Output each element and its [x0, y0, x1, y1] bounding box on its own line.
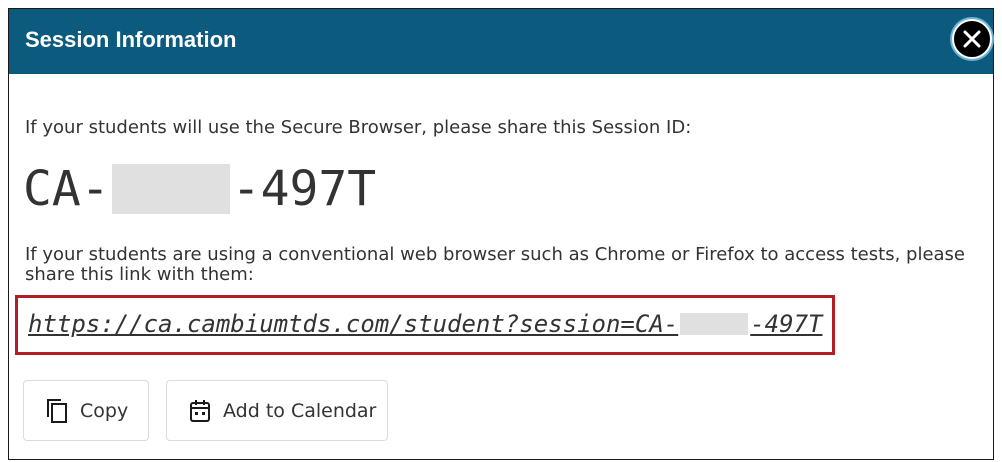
session-id-prefix: CA- [23, 161, 110, 217]
session-link-redaction [680, 313, 749, 335]
add-to-calendar-label: Add to Calendar [223, 399, 377, 422]
session-id-suffix: -497T [231, 161, 377, 217]
session-id: CA- -497T [23, 159, 376, 219]
close-icon [963, 30, 981, 48]
web-browser-instructions: If your students are using a conventiona… [25, 244, 965, 285]
copy-icon [46, 398, 68, 424]
dialog-title: Session Information [25, 27, 237, 52]
session-id-redaction [111, 164, 230, 214]
copy-button-label: Copy [80, 399, 129, 422]
calendar-icon [189, 399, 211, 423]
session-info-dialog: Session Information If your students wil… [8, 8, 994, 460]
copy-button[interactable]: Copy [23, 380, 149, 441]
secure-browser-instructions: If your students will use the Secure Bro… [25, 117, 692, 138]
session-link-highlight: https://ca.cambiumtds.com/student?sessio… [15, 295, 835, 355]
close-button[interactable] [952, 19, 992, 59]
session-link-suffix: -497T [750, 310, 823, 338]
session-link-prefix: https://ca.cambiumtds.com/student?sessio… [28, 310, 679, 338]
session-link[interactable]: https://ca.cambiumtds.com/student?sessio… [28, 310, 822, 338]
add-to-calendar-button[interactable]: Add to Calendar [166, 380, 388, 441]
dialog-header: Session Information [9, 9, 993, 74]
